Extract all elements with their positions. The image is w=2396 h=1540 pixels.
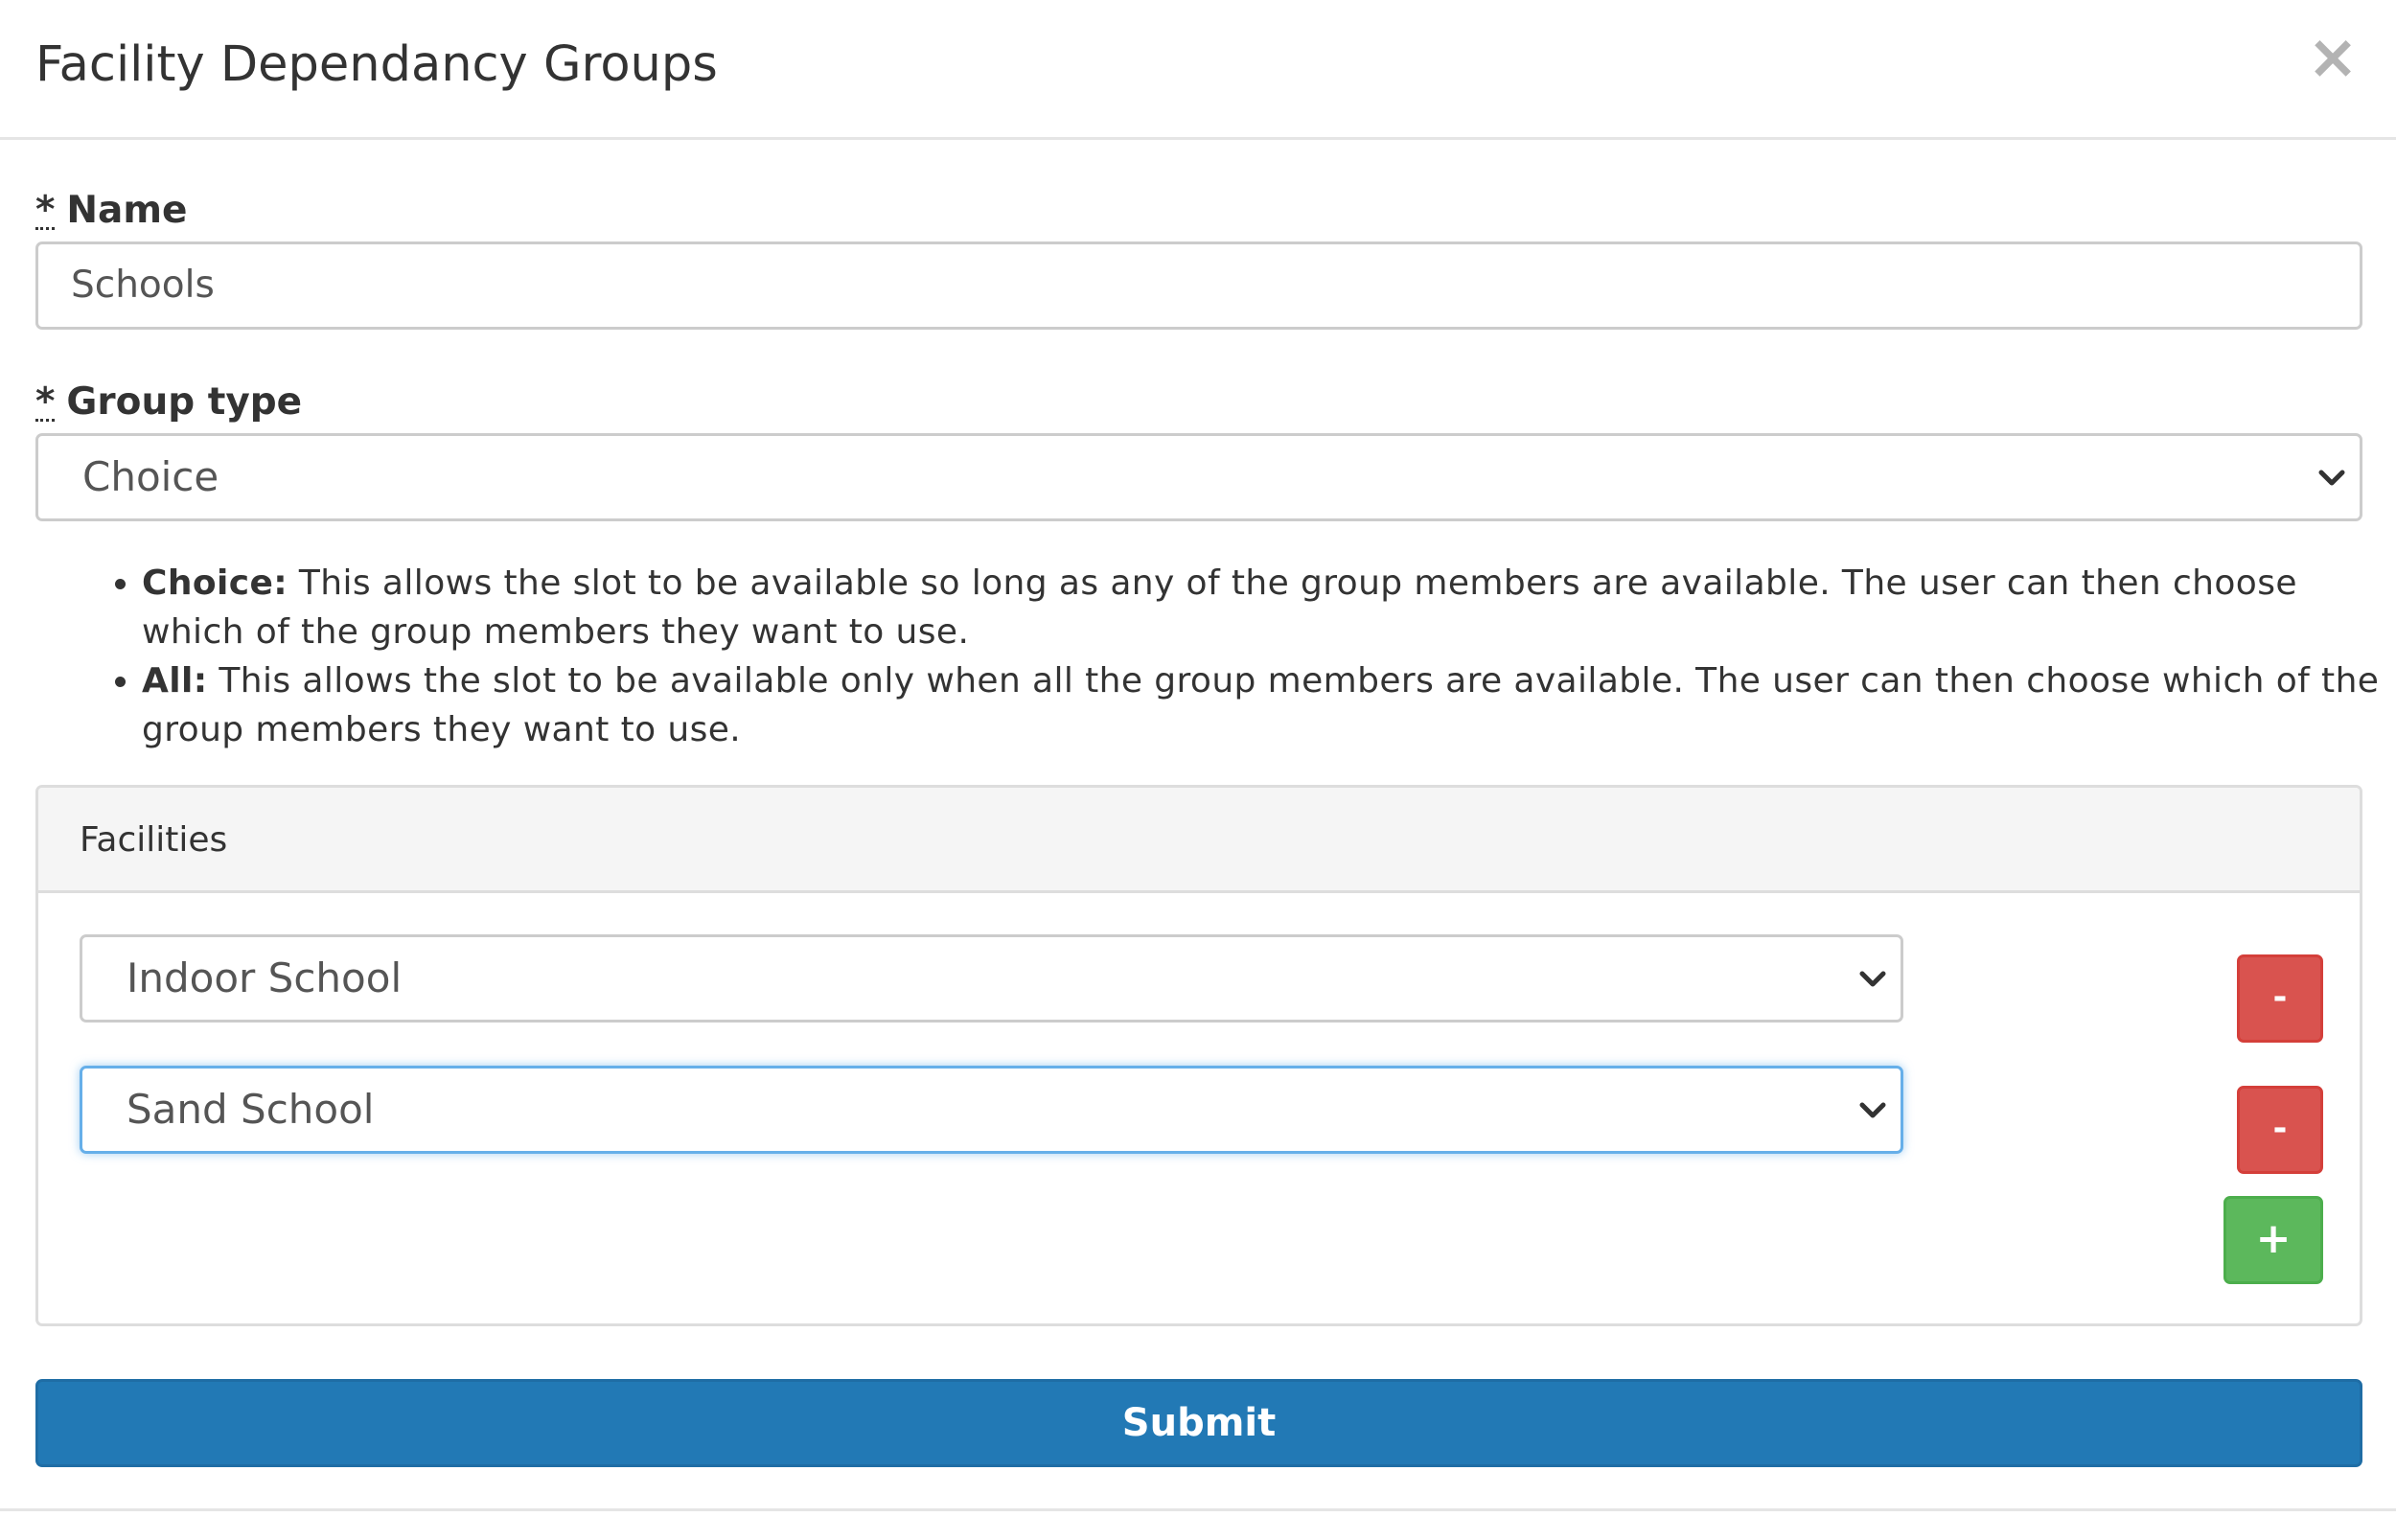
group-type-label-text: Group type — [66, 380, 303, 424]
chevron-down-icon — [1859, 1102, 1886, 1118]
chevron-down-icon — [1859, 971, 1886, 987]
group-type-select[interactable]: Choice — [35, 433, 2362, 521]
facilities-panel: Facilities Indoor School - Sand School -… — [35, 785, 2362, 1326]
modal-title: Facility Dependancy Groups — [35, 36, 718, 93]
name-input-value: Schools — [71, 264, 215, 307]
remove-label: - — [2272, 977, 2288, 1017]
group-type-label: * Group type — [35, 379, 302, 425]
group-type-select-value: Choice — [82, 453, 219, 500]
remove-facility-button[interactable]: - — [2237, 954, 2323, 1043]
facility-select-value: Sand School — [127, 1086, 375, 1133]
help-item-choice: Choice: This allows the slot to be avail… — [142, 559, 2384, 656]
facility-select[interactable]: Sand School — [80, 1066, 1903, 1154]
submit-button[interactable]: Submit — [35, 1379, 2362, 1467]
facilities-panel-heading: Facilities — [38, 788, 2360, 893]
add-facility-button[interactable]: + — [2223, 1196, 2323, 1284]
group-type-help-list: Choice: This allows the slot to be avail… — [98, 559, 2384, 754]
help-term: All: — [142, 661, 208, 701]
name-label-text: Name — [66, 189, 188, 232]
help-item-all: All: This allows the slot to be availabl… — [142, 656, 2384, 754]
modal-header: Facility Dependancy Groups × — [0, 0, 2396, 140]
submit-label: Submit — [1121, 1401, 1277, 1445]
close-button[interactable]: × — [2304, 27, 2361, 88]
facilities-heading: Facilities — [80, 820, 228, 860]
help-text: This allows the slot to be available onl… — [142, 661, 2380, 749]
close-icon: × — [2307, 22, 2359, 93]
facility-select-value: Indoor School — [127, 954, 403, 1001]
required-marker: * — [35, 380, 56, 424]
help-term: Choice: — [142, 563, 288, 603]
name-input[interactable]: Schools — [35, 241, 2362, 330]
plus-icon: + — [2255, 1214, 2292, 1263]
chevron-down-icon — [2318, 470, 2345, 486]
help-text: This allows the slot to be available so … — [142, 563, 2297, 652]
modal-footer-divider — [0, 1508, 2396, 1511]
facility-select[interactable]: Indoor School — [80, 934, 1903, 1023]
remove-label: - — [2272, 1109, 2288, 1148]
required-marker: * — [35, 189, 56, 232]
name-label: * Name — [35, 188, 187, 234]
remove-facility-button[interactable]: - — [2237, 1086, 2323, 1174]
